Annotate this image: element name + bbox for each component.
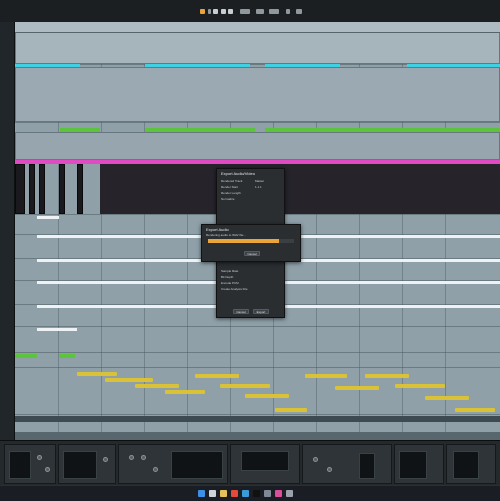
device-panel (0, 440, 500, 486)
track-divider (15, 326, 500, 327)
store-icon[interactable] (264, 490, 271, 497)
midi-clip[interactable] (15, 67, 500, 122)
midi-clip[interactable] (15, 32, 500, 64)
track-divider (15, 122, 500, 123)
export-dialog-title: Export Audio/Video (221, 171, 255, 176)
audio-clip[interactable] (59, 164, 65, 214)
tempo-icon[interactable] (200, 9, 205, 14)
edge-icon[interactable] (242, 490, 249, 497)
file-explorer-icon[interactable] (220, 490, 227, 497)
midi-clip[interactable] (135, 384, 179, 388)
audio-clip[interactable] (77, 164, 83, 214)
windows-start-icon[interactable] (198, 490, 205, 497)
device-knob[interactable] (37, 455, 42, 460)
device-display (9, 451, 31, 479)
device-knob[interactable] (45, 467, 50, 472)
export-row-label: Create Analysis File (221, 287, 248, 291)
midi-clip[interactable] (165, 390, 205, 394)
midi-clip[interactable] (195, 374, 239, 378)
clip-header[interactable] (37, 328, 77, 331)
cancel-button[interactable]: Cancel (233, 309, 249, 314)
midi-clip[interactable] (395, 384, 445, 388)
audio-clip[interactable] (29, 164, 35, 214)
rendered-track-select[interactable]: Master (255, 179, 264, 183)
midi-clip[interactable] (105, 378, 153, 382)
midi-clip[interactable] (305, 374, 347, 378)
device-knob[interactable] (141, 455, 146, 460)
export-row-label: Encode PCM (221, 281, 239, 285)
midi-clip[interactable] (365, 374, 409, 378)
device-drum-rack[interactable] (4, 444, 56, 484)
export-row-label: Bit Depth (221, 275, 234, 279)
device-display (359, 453, 375, 479)
device-knob[interactable] (129, 455, 134, 460)
device-eq[interactable] (58, 444, 116, 484)
device-display (399, 451, 427, 479)
master-track[interactable] (15, 432, 500, 440)
export-button[interactable]: Export (253, 309, 269, 314)
clip-header[interactable] (15, 354, 37, 358)
midi-clip[interactable] (455, 408, 495, 412)
tap-tempo-icon[interactable] (208, 9, 211, 14)
render-start-field[interactable]: 1.1.1 (255, 185, 262, 189)
metronome-icon[interactable] (296, 9, 302, 14)
midi-clip[interactable] (245, 394, 289, 398)
device-knob[interactable] (327, 467, 332, 472)
device-display (453, 451, 479, 479)
midi-clip[interactable] (425, 396, 469, 400)
midi-clip[interactable] (220, 384, 270, 388)
export-row-label: Render Start (221, 185, 239, 189)
midi-clip[interactable] (77, 372, 117, 376)
audio-clip[interactable] (39, 164, 45, 214)
settings-icon[interactable] (286, 490, 293, 497)
record-icon[interactable] (228, 9, 233, 14)
device-filter[interactable] (118, 444, 228, 484)
app-icon[interactable] (275, 490, 282, 497)
track-divider (15, 414, 500, 415)
midi-clip[interactable] (15, 132, 500, 160)
export-row-label: Rendered Track (221, 179, 243, 183)
filter-display (171, 451, 223, 479)
timeline-ruler[interactable] (15, 22, 500, 33)
progress-bar (208, 239, 294, 243)
device-display (63, 451, 97, 479)
midi-clip[interactable] (275, 408, 307, 412)
export-row-label: Normalize (221, 197, 235, 201)
track-divider (15, 352, 500, 353)
midi-clip[interactable] (335, 386, 379, 390)
position-display[interactable] (240, 9, 250, 14)
audio-clip-waveform[interactable] (100, 164, 500, 214)
device-display (241, 451, 289, 471)
device-utility[interactable] (394, 444, 444, 484)
device-knob[interactable] (313, 457, 318, 462)
loop-icon[interactable] (256, 9, 264, 14)
play-icon[interactable] (213, 9, 218, 14)
device-compressor[interactable] (230, 444, 300, 484)
transport-bar (0, 0, 500, 23)
device-knob[interactable] (153, 467, 158, 472)
clip-header[interactable] (37, 216, 59, 219)
stop-icon[interactable] (221, 9, 226, 14)
progress-dialog-title: Export Audio (206, 227, 229, 232)
audio-clip[interactable] (15, 164, 25, 214)
device-reverb[interactable] (302, 444, 392, 484)
export-row-label: Render Length (221, 191, 241, 195)
device-limiter[interactable] (446, 444, 496, 484)
left-sidebar (0, 22, 15, 442)
export-progress-dialog: Export Audio Rendering audio to WAV file… (201, 224, 301, 262)
browser-icon[interactable] (231, 490, 238, 497)
clip-header[interactable] (59, 354, 75, 358)
track-divider (15, 367, 500, 368)
search-icon[interactable] (209, 490, 216, 497)
ableton-icon[interactable] (253, 490, 260, 497)
cancel-export-button[interactable]: Cancel (244, 251, 260, 256)
progress-bar-fill (208, 239, 279, 243)
draw-mode-icon[interactable] (286, 9, 290, 14)
progress-message: Rendering audio to WAV file... (206, 233, 246, 237)
export-row-label: Sample Rate (221, 269, 239, 273)
loop-length-display[interactable] (269, 9, 279, 14)
taskbar (0, 485, 500, 501)
device-knob[interactable] (103, 457, 108, 462)
automation-lane[interactable] (15, 416, 500, 422)
